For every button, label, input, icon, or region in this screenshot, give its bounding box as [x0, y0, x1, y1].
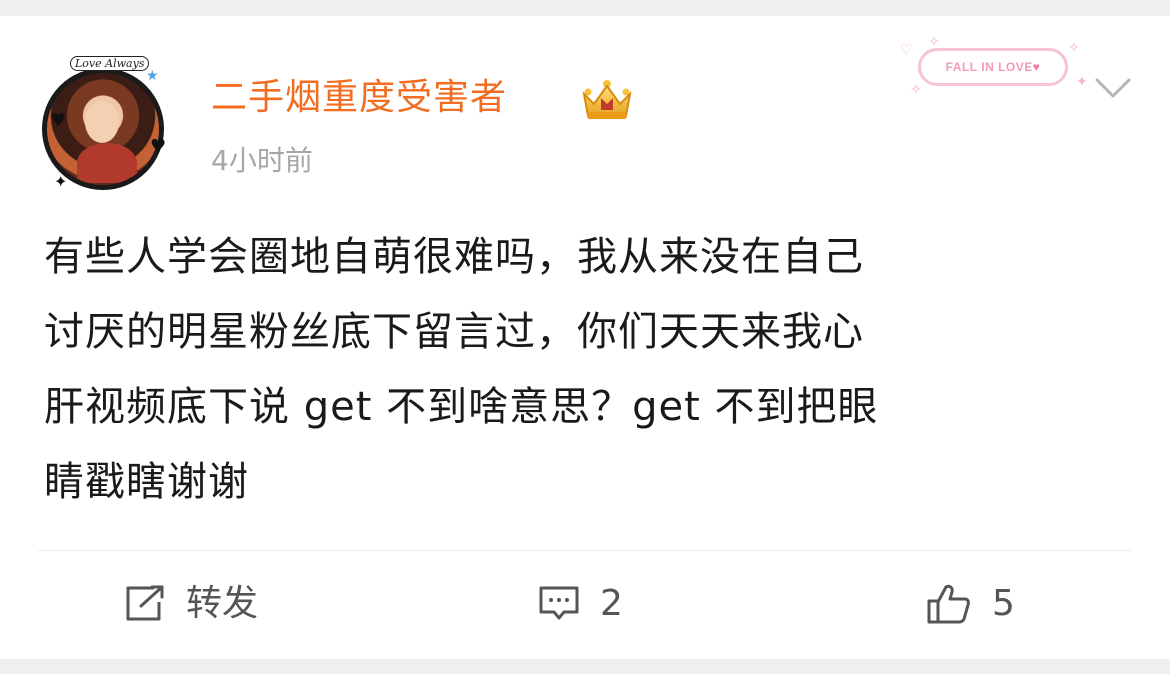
username[interactable]: 二手烟重度受害者 — [211, 73, 507, 123]
thumbs-up-icon — [927, 584, 970, 624]
heart-icon: ♥ — [50, 110, 67, 131]
content-line: 肝视频底下说 get 不到啥意思？get 不到把眼 — [44, 384, 879, 430]
heart-icon: ♡ — [900, 42, 913, 58]
repost-label: 转发 — [186, 583, 259, 624]
repost-button[interactable]: 转发 — [124, 579, 258, 629]
star-icon: ✦ — [54, 172, 68, 191]
content-line: 讨厌的明星粉丝底下留言过，你们天天来我心 — [44, 309, 864, 355]
sparkle-icon: ✧ — [1068, 40, 1080, 56]
comment-count: 2 — [600, 583, 623, 624]
like-count: 5 — [992, 583, 1015, 624]
avatar-frame-label: Love Always — [70, 56, 150, 71]
fan-badge[interactable]: ♡ ✧ ✧ ✦ ✧ FALL IN LOVE♥ — [898, 34, 1088, 100]
crown-icon — [582, 80, 632, 119]
heart-icon: ♥ — [150, 136, 167, 157]
comment-button[interactable]: 2 — [538, 579, 623, 629]
divider — [38, 550, 1132, 551]
post-time: 4小时前 — [211, 144, 313, 177]
content-line: 有些人学会圈地自萌很难吗，我从来没在自己 — [44, 234, 864, 280]
star-icon: ★ — [146, 68, 159, 84]
like-button[interactable]: 5 — [926, 579, 1015, 629]
post-content: 有些人学会圈地自萌很难吗，我从来没在自己 讨厌的明星粉丝底下留言过，你们天天来我… — [44, 220, 1134, 520]
repost-icon — [126, 585, 164, 621]
badge-label: FALL IN LOVE♥ — [918, 48, 1068, 86]
chevron-down-icon[interactable] — [1094, 76, 1132, 100]
sparkle-icon: ✧ — [910, 82, 922, 98]
comment-icon — [539, 586, 579, 620]
avatar[interactable]: Love Always ♥ ♥ ★ ✦ — [30, 54, 180, 204]
sparkle-icon: ✦ — [1076, 74, 1088, 90]
content-line: 睛戳瞎谢谢 — [44, 459, 249, 505]
weibo-post-card: Love Always ♥ ♥ ★ ✦ 二手烟重度受害者 4小时前 ♡ ✧ ✧ … — [0, 16, 1170, 659]
